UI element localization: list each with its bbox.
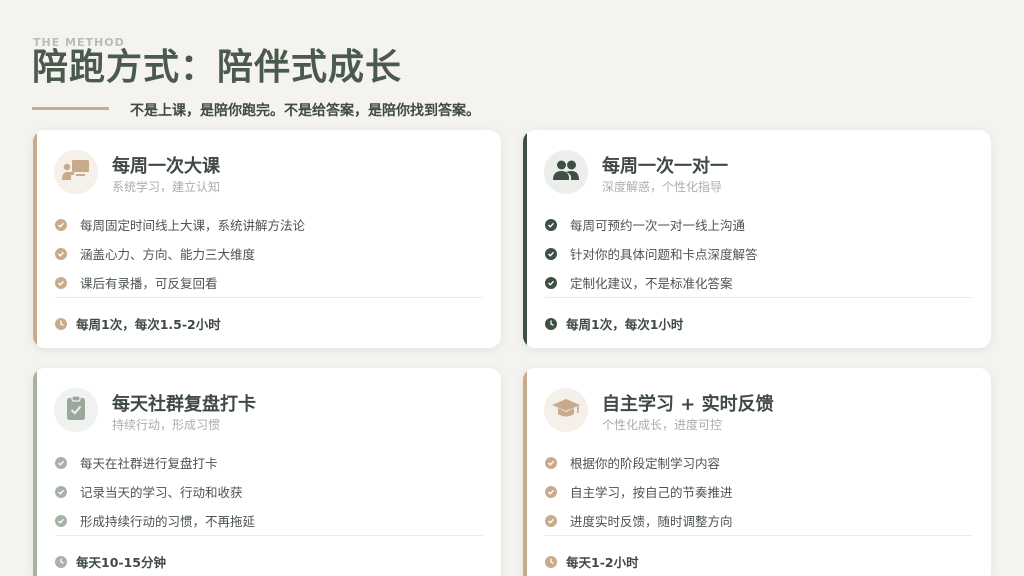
card-items: 每周可预约一次一对一线上沟通 针对你的具体问题和卡点深度解答 定制化建议，不是标…	[545, 210, 971, 297]
page-subtitle: 不是上课，是陪你跑完。不是给答案，是陪你找到答案。	[130, 103, 480, 119]
list-item-text: 课后有录播，可反复回看	[80, 276, 218, 291]
card-items: 根据你的阶段定制学习内容 自主学习，按自己的节奏推进 进度实时反馈，随时调整方向	[545, 448, 971, 535]
check-circle-icon	[55, 218, 67, 231]
list-item-text: 记录当天的学习、行动和收获	[80, 485, 243, 500]
check-circle-icon	[545, 218, 557, 231]
card-footer-text: 每天1-2小时	[566, 555, 639, 570]
card-footer: 每天10-15分钟	[55, 552, 166, 571]
card-self-study: 自主学习 + 实时反馈 个性化成长，进度可控 根据你的阶段定制学习内容 自主学习…	[523, 368, 991, 576]
list-item: 每周固定时间线上大课，系统讲解方法论	[55, 210, 481, 239]
card-divider	[545, 535, 973, 536]
card-footer: 每周1次，每次1.5-2小时	[55, 314, 221, 333]
list-item-text: 形成持续行动的习惯，不再拖延	[80, 514, 256, 529]
check-circle-icon	[545, 276, 557, 289]
check-circle-icon	[55, 456, 67, 469]
card-accent-bar	[523, 130, 527, 348]
card-footer: 每周1次，每次1小时	[545, 314, 683, 333]
check-circle-icon	[545, 247, 557, 260]
check-circle-icon	[55, 514, 67, 527]
users-icon	[552, 158, 580, 186]
list-item: 每天在社群进行复盘打卡	[55, 448, 481, 477]
list-item-text: 自主学习，按自己的节奏推进	[570, 485, 733, 500]
check-circle-icon	[55, 276, 67, 289]
card-title: 每天社群复盘打卡	[112, 394, 256, 415]
check-circle-icon	[545, 514, 557, 527]
list-item-text: 进度实时反馈，随时调整方向	[570, 514, 733, 529]
list-item: 涵盖心力、方向、能力三大维度	[55, 239, 481, 268]
check-circle-icon	[545, 485, 557, 498]
card-subtitle: 系统学习，建立认知	[112, 180, 221, 194]
card-icon-wrap	[544, 388, 588, 432]
card-one-on-one: 每周一次一对一 深度解惑，个性化指导 每周可预约一次一对一线上沟通 针对你的具体…	[523, 130, 991, 348]
card-divider	[55, 535, 483, 536]
clock-icon	[55, 317, 67, 330]
title-underline	[32, 107, 109, 110]
card-items: 每天在社群进行复盘打卡 记录当天的学习、行动和收获 形成持续行动的习惯，不再拖延	[55, 448, 481, 535]
list-item: 定制化建议，不是标准化答案	[545, 268, 971, 297]
card-title: 自主学习 + 实时反馈	[602, 394, 774, 415]
list-item-text: 针对你的具体问题和卡点深度解答	[570, 247, 758, 262]
card-subtitle: 个性化成长，进度可控	[602, 418, 723, 432]
list-item: 自主学习，按自己的节奏推进	[545, 477, 971, 506]
clipboard-check-icon	[66, 395, 86, 425]
card-divider	[545, 297, 973, 298]
list-item: 形成持续行动的习惯，不再拖延	[55, 506, 481, 535]
card-subtitle: 深度解惑，个性化指导	[602, 180, 723, 194]
list-item: 每周可预约一次一对一线上沟通	[545, 210, 971, 239]
card-footer: 每天1-2小时	[545, 552, 639, 571]
clock-icon	[545, 555, 557, 568]
card-icon-wrap	[54, 388, 98, 432]
graduation-cap-icon	[551, 397, 581, 423]
list-item: 记录当天的学习、行动和收获	[55, 477, 481, 506]
card-items: 每周固定时间线上大课，系统讲解方法论 涵盖心力、方向、能力三大维度 课后有录播，…	[55, 210, 481, 297]
list-item-text: 根据你的阶段定制学习内容	[570, 456, 721, 471]
list-item-text: 定制化建议，不是标准化答案	[570, 276, 733, 291]
list-item-text: 每周固定时间线上大课，系统讲解方法论	[80, 218, 306, 233]
card-accent-bar	[523, 368, 527, 576]
list-item: 进度实时反馈，随时调整方向	[545, 506, 971, 535]
card-title: 每周一次大课	[112, 156, 220, 177]
presentation-icon	[61, 158, 91, 186]
card-footer-text: 每天10-15分钟	[76, 555, 166, 570]
card-accent-bar	[33, 368, 37, 576]
check-circle-icon	[55, 247, 67, 260]
card-footer-text: 每周1次，每次1小时	[566, 317, 684, 332]
list-item: 课后有录播，可反复回看	[55, 268, 481, 297]
card-daily-checkin: 每天社群复盘打卡 持续行动，形成习惯 每天在社群进行复盘打卡 记录当天的学习、行…	[33, 368, 501, 576]
card-footer-text: 每周1次，每次1.5-2小时	[76, 317, 221, 332]
card-divider	[55, 297, 483, 298]
list-item: 根据你的阶段定制学习内容	[545, 448, 971, 477]
card-icon-wrap	[54, 150, 98, 194]
list-item-text: 每周可预约一次一对一线上沟通	[570, 218, 746, 233]
list-item: 针对你的具体问题和卡点深度解答	[545, 239, 971, 268]
clock-icon	[55, 555, 67, 568]
card-accent-bar	[33, 130, 37, 348]
list-item-text: 涵盖心力、方向、能力三大维度	[80, 247, 256, 262]
card-subtitle: 持续行动，形成习惯	[112, 418, 221, 432]
card-weekly-class: 每周一次大课 系统学习，建立认知 每周固定时间线上大课，系统讲解方法论 涵盖心力…	[33, 130, 501, 348]
clock-icon	[545, 317, 557, 330]
check-circle-icon	[55, 485, 67, 498]
list-item-text: 每天在社群进行复盘打卡	[80, 456, 218, 471]
card-title: 每周一次一对一	[602, 156, 728, 177]
card-icon-wrap	[544, 150, 588, 194]
page-title: 陪跑方式：陪伴式成长	[32, 47, 403, 88]
check-circle-icon	[545, 456, 557, 469]
